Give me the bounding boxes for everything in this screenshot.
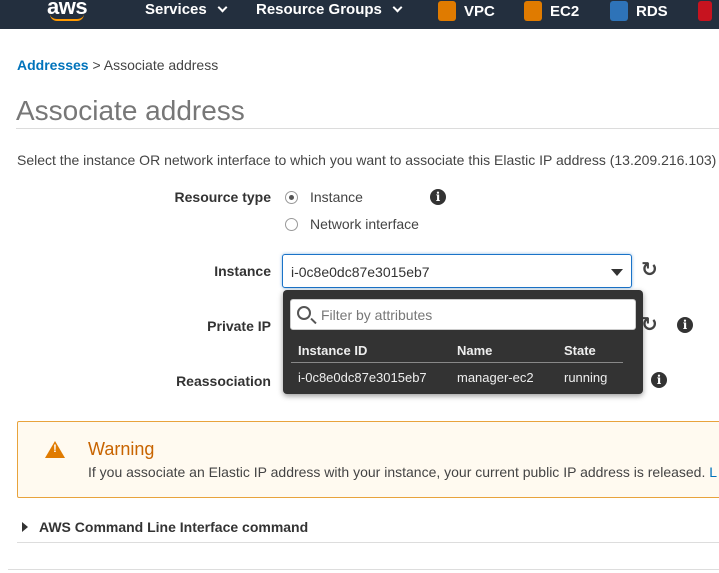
instance-dropdown: Instance ID Name State i-0c8e0dc87e3015e… bbox=[283, 290, 643, 394]
shortcut-label: RDS bbox=[636, 2, 668, 20]
service-icon bbox=[698, 1, 712, 21]
shortcut-vpc[interactable]: VPC bbox=[438, 1, 495, 21]
cell-state: running bbox=[564, 370, 608, 385]
warning-text: If you associate an Elastic IP address w… bbox=[88, 464, 717, 480]
resource-type-label: Resource type bbox=[174, 189, 271, 205]
title-divider bbox=[16, 128, 719, 129]
shortcut-label: VPC bbox=[464, 2, 495, 20]
radio-instance[interactable]: Instance bbox=[285, 189, 363, 205]
chevron-down-icon bbox=[392, 2, 403, 13]
filter-input[interactable] bbox=[321, 304, 621, 326]
radio-button-network-interface[interactable] bbox=[285, 217, 298, 231]
shortcut-more[interactable] bbox=[698, 1, 712, 21]
search-icon bbox=[297, 306, 311, 320]
cli-command-toggle[interactable]: AWS Command Line Interface command bbox=[22, 519, 308, 535]
intro-text: Select the instance OR network interface… bbox=[17, 152, 717, 168]
cell-instance-id: i-0c8e0dc87e3015eb7 bbox=[298, 370, 427, 385]
info-icon[interactable]: i bbox=[651, 372, 667, 388]
refresh-icon[interactable]: ↻ bbox=[641, 260, 661, 280]
breadcrumb: Addresses > Associate address bbox=[17, 57, 218, 73]
services-label: Services bbox=[145, 1, 207, 18]
instance-label: Instance bbox=[214, 263, 271, 279]
warning-icon-mark: ! bbox=[53, 443, 57, 455]
header-divider bbox=[291, 362, 623, 363]
column-header-state: State bbox=[564, 343, 596, 358]
breadcrumb-current: Associate address bbox=[103, 57, 219, 73]
breadcrumb-addresses-link[interactable]: Addresses bbox=[17, 57, 89, 73]
reassociation-label: Reassociation bbox=[176, 373, 271, 389]
radio-network-interface[interactable]: Network interface bbox=[285, 216, 419, 232]
warning-box: ! Warning If you associate an Elastic IP… bbox=[17, 421, 719, 498]
rds-icon bbox=[610, 1, 628, 21]
section-divider bbox=[8, 569, 719, 570]
caret-right-icon bbox=[22, 522, 28, 532]
radio-button-instance[interactable] bbox=[285, 190, 298, 204]
column-header-name: Name bbox=[457, 343, 493, 358]
info-icon[interactable]: i bbox=[677, 317, 693, 333]
section-divider bbox=[17, 542, 719, 543]
dropdown-arrow-icon[interactable] bbox=[611, 269, 623, 276]
shortcut-ec2[interactable]: EC2 bbox=[524, 1, 579, 21]
breadcrumb-separator: > bbox=[92, 57, 101, 73]
instance-select-value: i-0c8e0dc87e3015eb7 bbox=[291, 264, 430, 280]
resource-groups-menu[interactable]: Resource Groups bbox=[256, 1, 403, 18]
warning-learn-more-link[interactable]: L bbox=[709, 464, 717, 480]
cli-command-label: AWS Command Line Interface command bbox=[39, 519, 309, 535]
resource-groups-label: Resource Groups bbox=[256, 1, 382, 18]
filter-box[interactable] bbox=[290, 299, 636, 330]
chevron-down-icon bbox=[217, 2, 228, 13]
radio-instance-label: Instance bbox=[310, 189, 363, 205]
private-ip-label: Private IP bbox=[207, 318, 271, 334]
warning-title: Warning bbox=[88, 439, 155, 459]
column-header-instance-id: Instance ID bbox=[298, 343, 368, 358]
info-icon[interactable]: i bbox=[430, 189, 446, 205]
instance-select[interactable]: i-0c8e0dc87e3015eb7 bbox=[282, 254, 632, 288]
cell-name: manager-ec2 bbox=[457, 370, 534, 385]
instance-row[interactable]: i-0c8e0dc87e3015eb7 manager-ec2 running bbox=[291, 364, 623, 386]
radio-network-interface-label: Network interface bbox=[310, 216, 419, 232]
services-menu[interactable]: Services bbox=[145, 1, 228, 18]
ec2-icon bbox=[524, 1, 542, 21]
aws-logo-smile bbox=[50, 14, 84, 21]
page-title: Associate address bbox=[16, 95, 245, 126]
shortcut-rds[interactable]: RDS bbox=[610, 1, 668, 21]
refresh-icon[interactable]: ↻ bbox=[641, 315, 661, 335]
shortcut-label: EC2 bbox=[550, 2, 580, 20]
top-nav: aws Services Resource Groups VPC EC2 RDS bbox=[0, 0, 719, 29]
warning-message: If you associate an Elastic IP address w… bbox=[88, 464, 706, 480]
vpc-icon bbox=[438, 1, 456, 21]
